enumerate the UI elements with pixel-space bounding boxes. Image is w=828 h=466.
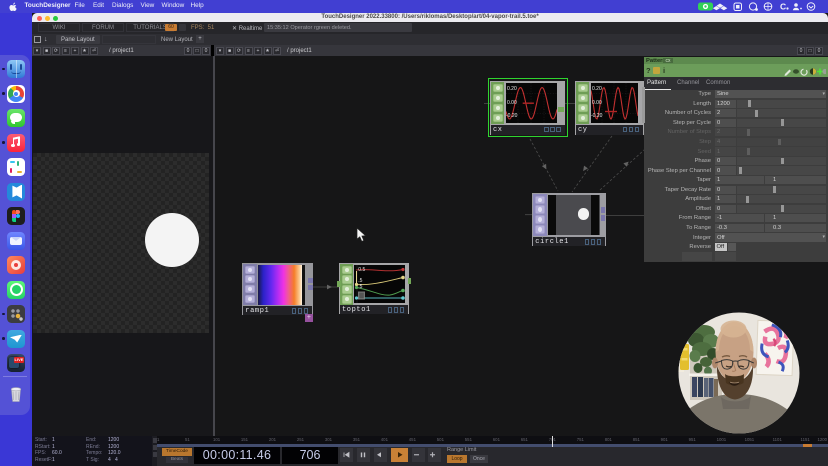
svg-text:C: C [780, 2, 786, 11]
